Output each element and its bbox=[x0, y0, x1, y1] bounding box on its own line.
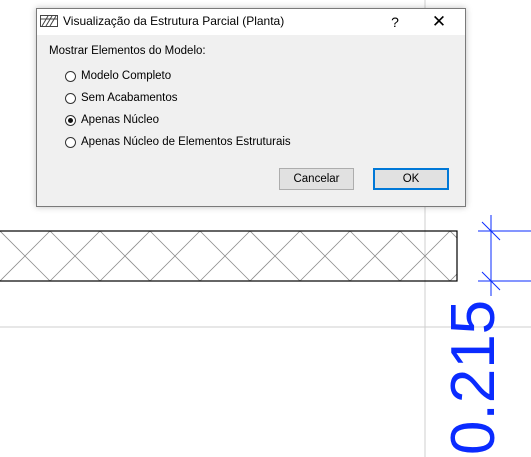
dimension-marker[interactable] bbox=[478, 215, 531, 296]
hatch-line bbox=[500, 231, 531, 281]
option-label: Apenas Núcleo bbox=[81, 114, 159, 126]
close-button[interactable]: ✕ bbox=[421, 9, 457, 35]
dialog-titlebar[interactable]: Visualização da Estrutura Parcial (Plant… bbox=[37, 9, 465, 35]
radio-button[interactable] bbox=[65, 92, 76, 104]
option-sem-acabamentos[interactable]: Sem Acabamentos bbox=[65, 90, 178, 106]
group-label: Mostrar Elementos do Modelo: bbox=[49, 45, 206, 57]
option-apenas-nucleo-estruturais[interactable]: Apenas Núcleo de Elementos Estruturais bbox=[65, 134, 291, 150]
option-label: Modelo Completo bbox=[81, 70, 172, 82]
option-label: Sem Acabamentos bbox=[81, 92, 178, 104]
dimension-label: 0.215 bbox=[439, 300, 508, 455]
option-label: Apenas Núcleo de Elementos Estruturais bbox=[81, 136, 291, 148]
option-apenas-nucleo[interactable]: Apenas Núcleo bbox=[65, 112, 159, 128]
dialog-title: Visualização da Estrutura Parcial (Plant… bbox=[63, 14, 285, 28]
radio-button[interactable] bbox=[65, 70, 76, 82]
wall-hatch bbox=[0, 231, 531, 281]
hatch-app-icon bbox=[40, 15, 58, 27]
help-button[interactable]: ? bbox=[377, 9, 413, 35]
ok-button[interactable]: OK bbox=[373, 168, 449, 190]
radio-button-selected[interactable] bbox=[65, 114, 76, 126]
partial-structure-dialog: Visualização da Estrutura Parcial (Plant… bbox=[36, 8, 466, 207]
option-modelo-completo[interactable]: Modelo Completo bbox=[65, 68, 171, 84]
hatch-line bbox=[500, 231, 531, 281]
cancel-button[interactable]: Cancelar bbox=[279, 168, 354, 190]
wall-outline[interactable] bbox=[0, 230, 458, 282]
radio-button[interactable] bbox=[65, 136, 76, 148]
